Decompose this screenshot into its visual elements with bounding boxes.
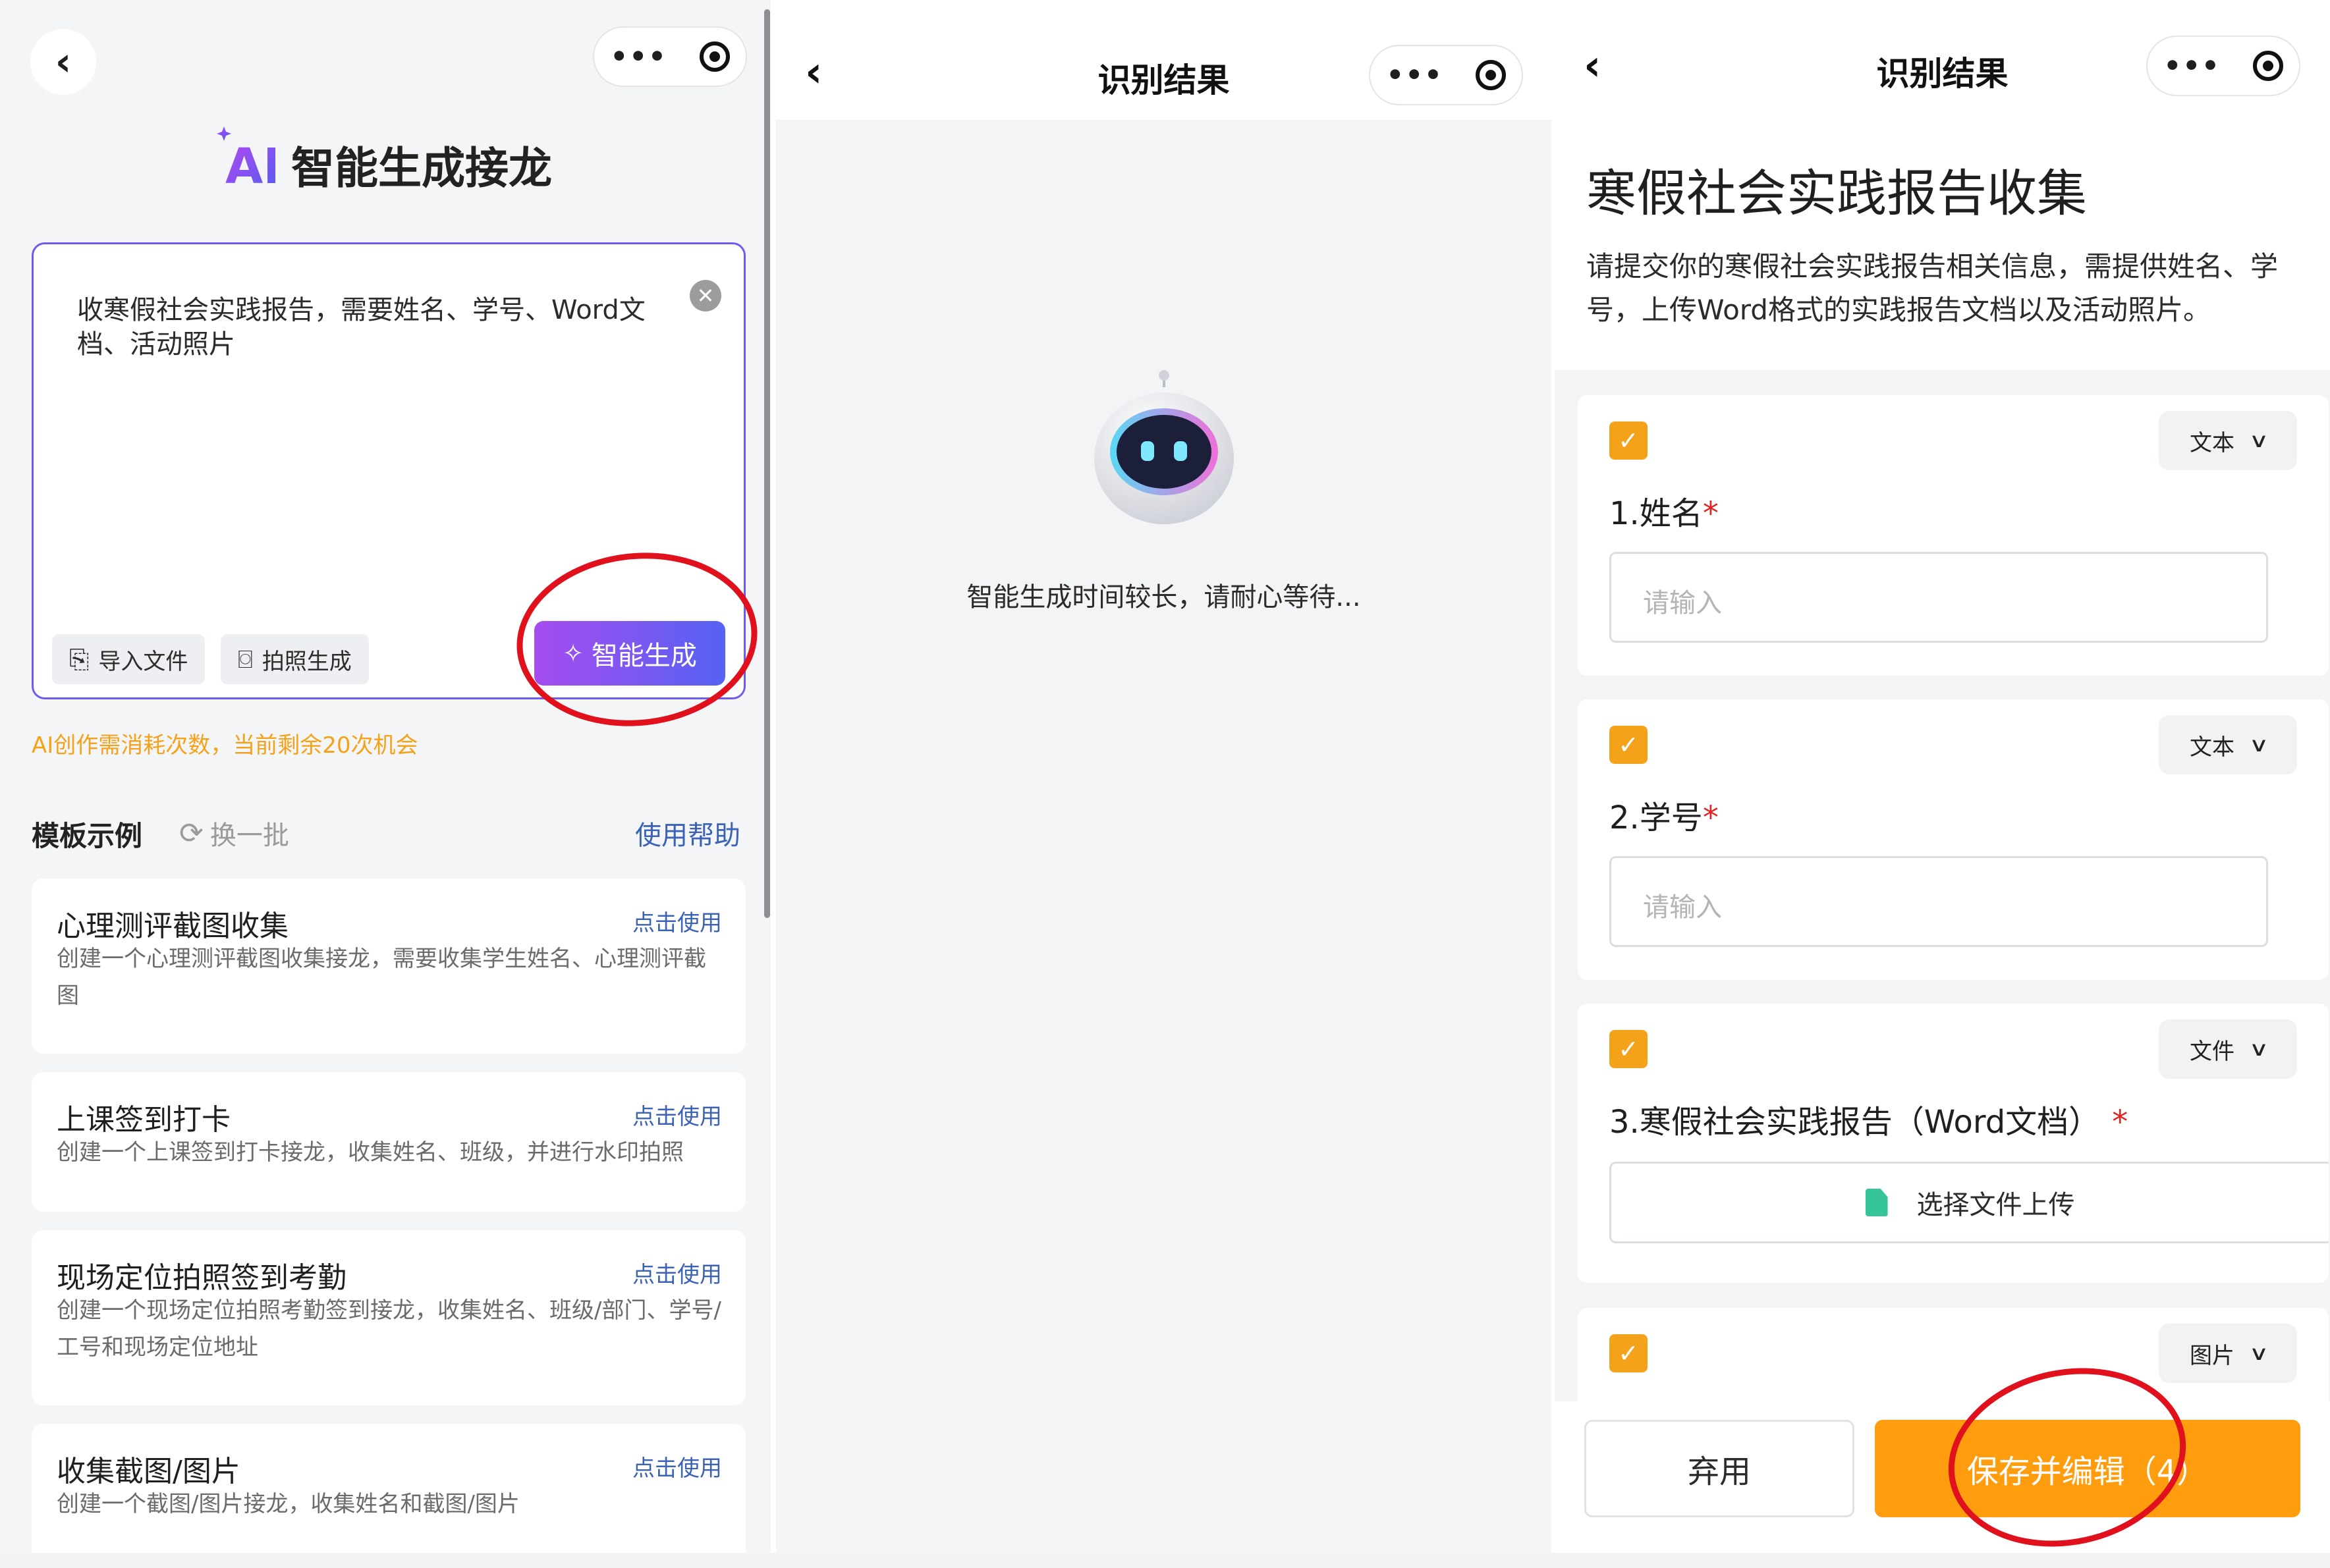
refresh-icon: ⟳ bbox=[179, 816, 204, 850]
checkbox-checked-icon[interactable]: ✓ bbox=[1609, 726, 1648, 764]
use-template-link[interactable]: 点击使用 bbox=[632, 1098, 722, 1131]
question-card: ✓ 文本 ∨ 1.姓名* 请输入 bbox=[1578, 395, 2329, 676]
record-target-icon[interactable] bbox=[2252, 51, 2283, 81]
template-title: 上课签到打卡 bbox=[57, 1103, 231, 1137]
student-id-input[interactable]: 请输入 bbox=[1609, 856, 2268, 947]
template-desc: 创建一个心理测评截图收集接龙，需要收集学生姓名、心理测评截图 bbox=[57, 946, 706, 1009]
template-card[interactable]: 现场定位拍照签到考勤 点击使用 创建一个现场定位拍照考勤签到接龙，收集姓名、班级… bbox=[32, 1230, 746, 1405]
use-template-link[interactable]: 点击使用 bbox=[632, 1450, 722, 1482]
clear-icon[interactable]: ✕ bbox=[690, 280, 721, 311]
question-type-select[interactable]: 文本 ∨ bbox=[2159, 715, 2297, 774]
question-label: 3.寒假社会实践报告（Word文档） * bbox=[1609, 1104, 2128, 1141]
mini-program-capsule: ••• bbox=[1369, 45, 1523, 105]
mini-program-capsule: ••• bbox=[2146, 36, 2300, 96]
nav-title: 识别结果 bbox=[1876, 55, 2009, 93]
checkbox-checked-icon[interactable]: ✓ bbox=[1609, 1030, 1648, 1068]
photo-generate-button[interactable]: ⌼ 拍照生成 bbox=[221, 634, 369, 684]
template-title: 收集截图/图片 bbox=[57, 1455, 240, 1488]
page-title: 智能生成接龙 bbox=[291, 143, 552, 194]
use-template-link[interactable]: 点击使用 bbox=[632, 905, 722, 937]
scrollbar[interactable] bbox=[764, 9, 770, 918]
template-card[interactable]: 收集截图/图片 点击使用 创建一个截图/图片接龙，收集姓名和截图/图片 bbox=[32, 1424, 746, 1553]
back-button[interactable]: ‹ bbox=[1584, 45, 1601, 87]
form-title: 寒假社会实践报告收集 bbox=[1586, 164, 2087, 223]
question-label: 2.学号* bbox=[1609, 799, 1719, 836]
template-card[interactable]: 上课签到打卡 点击使用 创建一个上课签到打卡接龙，收集姓名、班级，并进行水印拍照 bbox=[32, 1072, 746, 1212]
refresh-button[interactable]: ⟳ 换一批 bbox=[179, 814, 289, 852]
document-icon bbox=[1865, 1189, 1888, 1216]
template-desc: 创建一个现场定位拍照考勤签到接龙，收集姓名、班级/部门、学号/工号和现场定位地址 bbox=[57, 1297, 721, 1361]
use-template-link[interactable]: 点击使用 bbox=[632, 1257, 722, 1289]
chevron-down-icon: ∨ bbox=[2248, 1037, 2269, 1061]
record-target-icon[interactable] bbox=[699, 41, 730, 72]
chevron-down-icon: ∨ bbox=[2248, 1341, 2269, 1365]
prompt-text: 收寒假社会实践报告，需要姓名、学号、Word文档、活动照片 bbox=[77, 295, 646, 360]
more-dots-icon[interactable]: ••• bbox=[2163, 52, 2221, 80]
question-type-select[interactable]: 文件 ∨ bbox=[2159, 1019, 2297, 1079]
template-title: 现场定位拍照签到考勤 bbox=[57, 1261, 347, 1295]
form-description: 请提交你的寒假社会实践报告相关信息，需提供姓名、学号，上传Word格式的实践报告… bbox=[1586, 250, 2279, 326]
template-card[interactable]: 心理测评截图收集 点击使用 创建一个心理测评截图收集接龙，需要收集学生姓名、心理… bbox=[32, 879, 746, 1054]
back-button[interactable]: ‹ bbox=[805, 51, 822, 94]
help-link[interactable]: 使用帮助 bbox=[635, 814, 740, 852]
svg-text:AI: AI bbox=[225, 138, 275, 188]
question-type-select[interactable]: 文本 ∨ bbox=[2159, 411, 2297, 470]
checkbox-checked-icon[interactable]: ✓ bbox=[1609, 1334, 1648, 1372]
template-desc: 创建一个上课签到打卡接龙，收集姓名、班级，并进行水印拍照 bbox=[57, 1139, 684, 1166]
question-type-select[interactable]: 图片 ∨ bbox=[2159, 1324, 2297, 1383]
chevron-down-icon: ∨ bbox=[2248, 429, 2269, 452]
generating-panel: ‹ 识别结果 ••• 智能生成时间较长，请耐心等待... bbox=[776, 0, 1551, 1553]
chevron-down-icon: ∨ bbox=[2248, 733, 2269, 757]
ai-generate-panel: ‹ ••• AI 智能生成接龙 收寒假社会实践报告，需要姓名、学号、Word文档… bbox=[0, 0, 771, 1553]
name-input[interactable]: 请输入 bbox=[1609, 552, 2268, 643]
waiting-text: 智能生成时间较长，请耐心等待... bbox=[966, 582, 1361, 612]
question-card: ✓ 文件 ∨ 3.寒假社会实践报告（Word文档） * 选择文件上传 bbox=[1578, 1004, 2329, 1283]
file-upload-button[interactable]: 选择文件上传 bbox=[1609, 1162, 2329, 1243]
file-import-icon: ⎘ bbox=[69, 644, 90, 674]
import-file-button[interactable]: ⎘ 导入文件 bbox=[52, 634, 206, 684]
nav-title: 识别结果 bbox=[1097, 61, 1230, 99]
more-dots-icon[interactable]: ••• bbox=[1386, 61, 1443, 89]
question-label: 1.姓名* bbox=[1609, 495, 1719, 532]
discard-button[interactable]: 弃用 bbox=[1584, 1420, 1854, 1517]
question-card: ✓ 文本 ∨ 2.学号* 请输入 bbox=[1578, 699, 2329, 980]
mini-program-capsule: ••• bbox=[593, 26, 747, 87]
robot-icon bbox=[1091, 369, 1237, 527]
chevron-left-icon: ‹ bbox=[55, 39, 72, 85]
ai-logo-icon: AI bbox=[216, 122, 281, 195]
panel-divider bbox=[771, 0, 776, 1553]
back-button[interactable]: ‹ bbox=[30, 29, 96, 95]
template-title: 心理测评截图收集 bbox=[57, 909, 289, 943]
template-desc: 创建一个截图/图片接龙，收集姓名和截图/图片 bbox=[57, 1491, 520, 1517]
camera-icon: ⌼ bbox=[238, 644, 253, 674]
more-dots-icon[interactable]: ••• bbox=[610, 43, 667, 70]
record-target-icon[interactable] bbox=[1475, 60, 1506, 90]
quota-text: AI创作需消耗次数，当前剩余20次机会 bbox=[32, 732, 418, 759]
checkbox-checked-icon[interactable]: ✓ bbox=[1609, 421, 1648, 460]
templates-heading: 模板示例 bbox=[32, 820, 143, 852]
